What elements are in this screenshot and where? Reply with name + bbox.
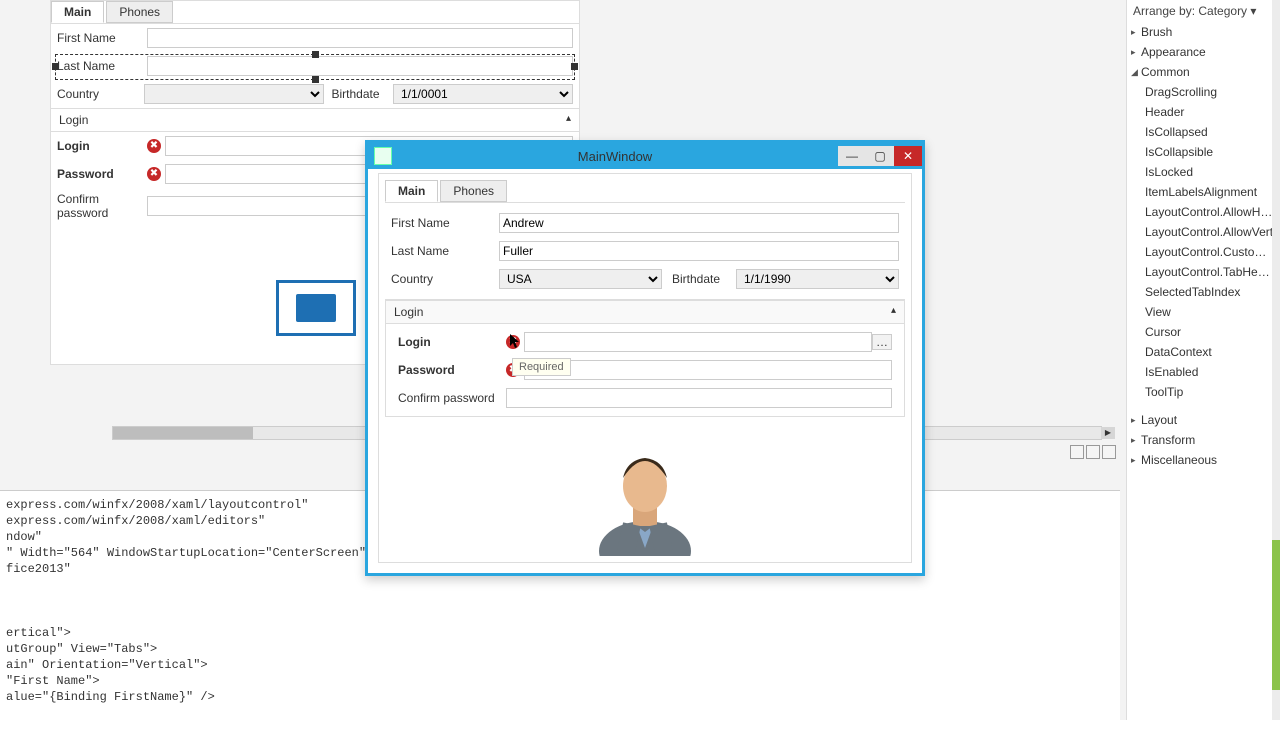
scroll-thumb[interactable] [113, 427, 253, 439]
country-label: Country [57, 87, 144, 101]
run-birthdate-select[interactable]: 1/1/1990 [736, 269, 899, 289]
confirm-password-label: Confirm password [57, 192, 147, 220]
tab-phones[interactable]: Phones [106, 1, 173, 23]
run-country-select[interactable]: USA [499, 269, 662, 289]
view-mode-switcher [1070, 445, 1116, 459]
run-first-name-label: First Name [391, 216, 499, 230]
prop-category-appearance[interactable]: ▸Appearance [1127, 42, 1280, 62]
country-select[interactable] [144, 84, 324, 104]
error-icon: ✖ [147, 167, 161, 181]
prop-item[interactable]: LayoutControl.Customiza [1127, 242, 1280, 262]
run-confirm-password-input[interactable] [506, 388, 892, 408]
run-password-input[interactable] [524, 360, 892, 380]
login-group-header[interactable]: Login ▴ [51, 108, 579, 132]
prop-category-layout[interactable]: ▸Layout [1127, 410, 1280, 430]
designer-tabstrip: Main Phones [51, 1, 579, 24]
required-tooltip: Required [512, 358, 571, 376]
prop-item[interactable]: Header [1127, 102, 1280, 122]
error-icon: ✖ [506, 335, 520, 349]
maximize-button[interactable]: ▢ [866, 146, 894, 166]
run-tab-phones[interactable]: Phones [440, 180, 507, 202]
prop-item[interactable]: LayoutControl.AllowHoriz [1127, 202, 1280, 222]
run-tabstrip: Main Phones [385, 180, 905, 203]
run-login-label: Login [398, 335, 506, 349]
birthdate-select[interactable]: 1/1/0001 [393, 84, 573, 104]
field-last-name[interactable]: Last Name [51, 52, 579, 80]
run-login-group-header[interactable]: Login ▴ [386, 300, 904, 324]
tab-main[interactable]: Main [51, 1, 104, 23]
properties-body: ▸Brush▸Appearance◢CommonDragScrollingHea… [1127, 22, 1280, 470]
last-name-input[interactable] [147, 56, 573, 76]
properties-arrange-header[interactable]: Arrange by: Category ▾ [1127, 0, 1280, 22]
prop-category-miscellaneous[interactable]: ▸Miscellaneous [1127, 450, 1280, 470]
close-button[interactable]: ✕ [894, 146, 922, 166]
properties-panel: Arrange by: Category ▾ ▸Brush▸Appearance… [1126, 0, 1280, 720]
birthdate-label: Birthdate [332, 87, 394, 101]
run-login-group: Login ▴ Login ✖ … Password ✖ Requi [385, 299, 905, 417]
password-label: Password [57, 167, 147, 181]
prop-item[interactable]: Cursor [1127, 322, 1280, 342]
first-name-input[interactable] [147, 28, 573, 48]
prop-category-brush[interactable]: ▸Brush [1127, 22, 1280, 42]
image-placeholder[interactable] [276, 280, 356, 336]
properties-scrollbar[interactable] [1272, 0, 1280, 720]
run-login-group-title: Login [394, 305, 423, 319]
view-mode-split-icon[interactable] [1086, 445, 1100, 459]
prop-item[interactable]: ItemLabelsAlignment [1127, 182, 1280, 202]
run-tab-main[interactable]: Main [385, 180, 438, 202]
scroll-right-arrow[interactable]: ▶ [1101, 427, 1115, 439]
prop-item[interactable]: LayoutControl.TabHeade [1127, 262, 1280, 282]
chevron-up-icon[interactable]: ▴ [891, 305, 896, 319]
run-confirm-password-label: Confirm password [398, 391, 506, 405]
run-last-name-label: Last Name [391, 244, 499, 258]
prop-category-transform[interactable]: ▸Transform [1127, 430, 1280, 450]
window-title: MainWindow [392, 149, 838, 164]
minimize-button[interactable]: — [838, 146, 866, 166]
login-group-title: Login [59, 113, 88, 127]
prop-item[interactable]: View [1127, 302, 1280, 322]
last-name-label: Last Name [57, 59, 147, 73]
window-content: Main Phones First Name Last Name Country… [378, 173, 912, 563]
error-icon: ✖ [147, 139, 161, 153]
prop-category-common[interactable]: ◢Common [1127, 62, 1280, 82]
login-label: Login [57, 139, 147, 153]
prop-item[interactable]: LayoutControl.AllowVerti [1127, 222, 1280, 242]
window-titlebar[interactable]: MainWindow — ▢ ✕ [368, 143, 922, 169]
view-mode-design-icon[interactable] [1070, 445, 1084, 459]
prop-item[interactable]: IsEnabled [1127, 362, 1280, 382]
avatar-image [585, 436, 705, 556]
run-birthdate-label: Birthdate [672, 272, 736, 286]
run-login-input[interactable] [524, 332, 872, 352]
prop-item[interactable]: IsCollapsible [1127, 142, 1280, 162]
ellipsis-button[interactable]: … [872, 334, 892, 350]
prop-item[interactable]: ToolTip [1127, 382, 1280, 402]
view-mode-xaml-icon[interactable] [1102, 445, 1116, 459]
main-window: MainWindow — ▢ ✕ Main Phones First Name … [365, 140, 925, 576]
run-last-name-input[interactable] [499, 241, 899, 261]
prop-item[interactable]: DragScrolling [1127, 82, 1280, 102]
prop-item[interactable]: IsCollapsed [1127, 122, 1280, 142]
chevron-up-icon[interactable]: ▴ [566, 113, 571, 127]
properties-scroll-thumb[interactable] [1272, 540, 1280, 690]
prop-item[interactable]: SelectedTabIndex [1127, 282, 1280, 302]
prop-item[interactable]: DataContext [1127, 342, 1280, 362]
system-icon[interactable] [374, 147, 392, 165]
prop-item[interactable]: IsLocked [1127, 162, 1280, 182]
run-first-name-input[interactable] [499, 213, 899, 233]
field-first-name[interactable]: First Name [51, 24, 579, 52]
first-name-label: First Name [57, 31, 147, 45]
run-country-label: Country [391, 272, 499, 286]
run-password-label: Password [398, 363, 506, 377]
